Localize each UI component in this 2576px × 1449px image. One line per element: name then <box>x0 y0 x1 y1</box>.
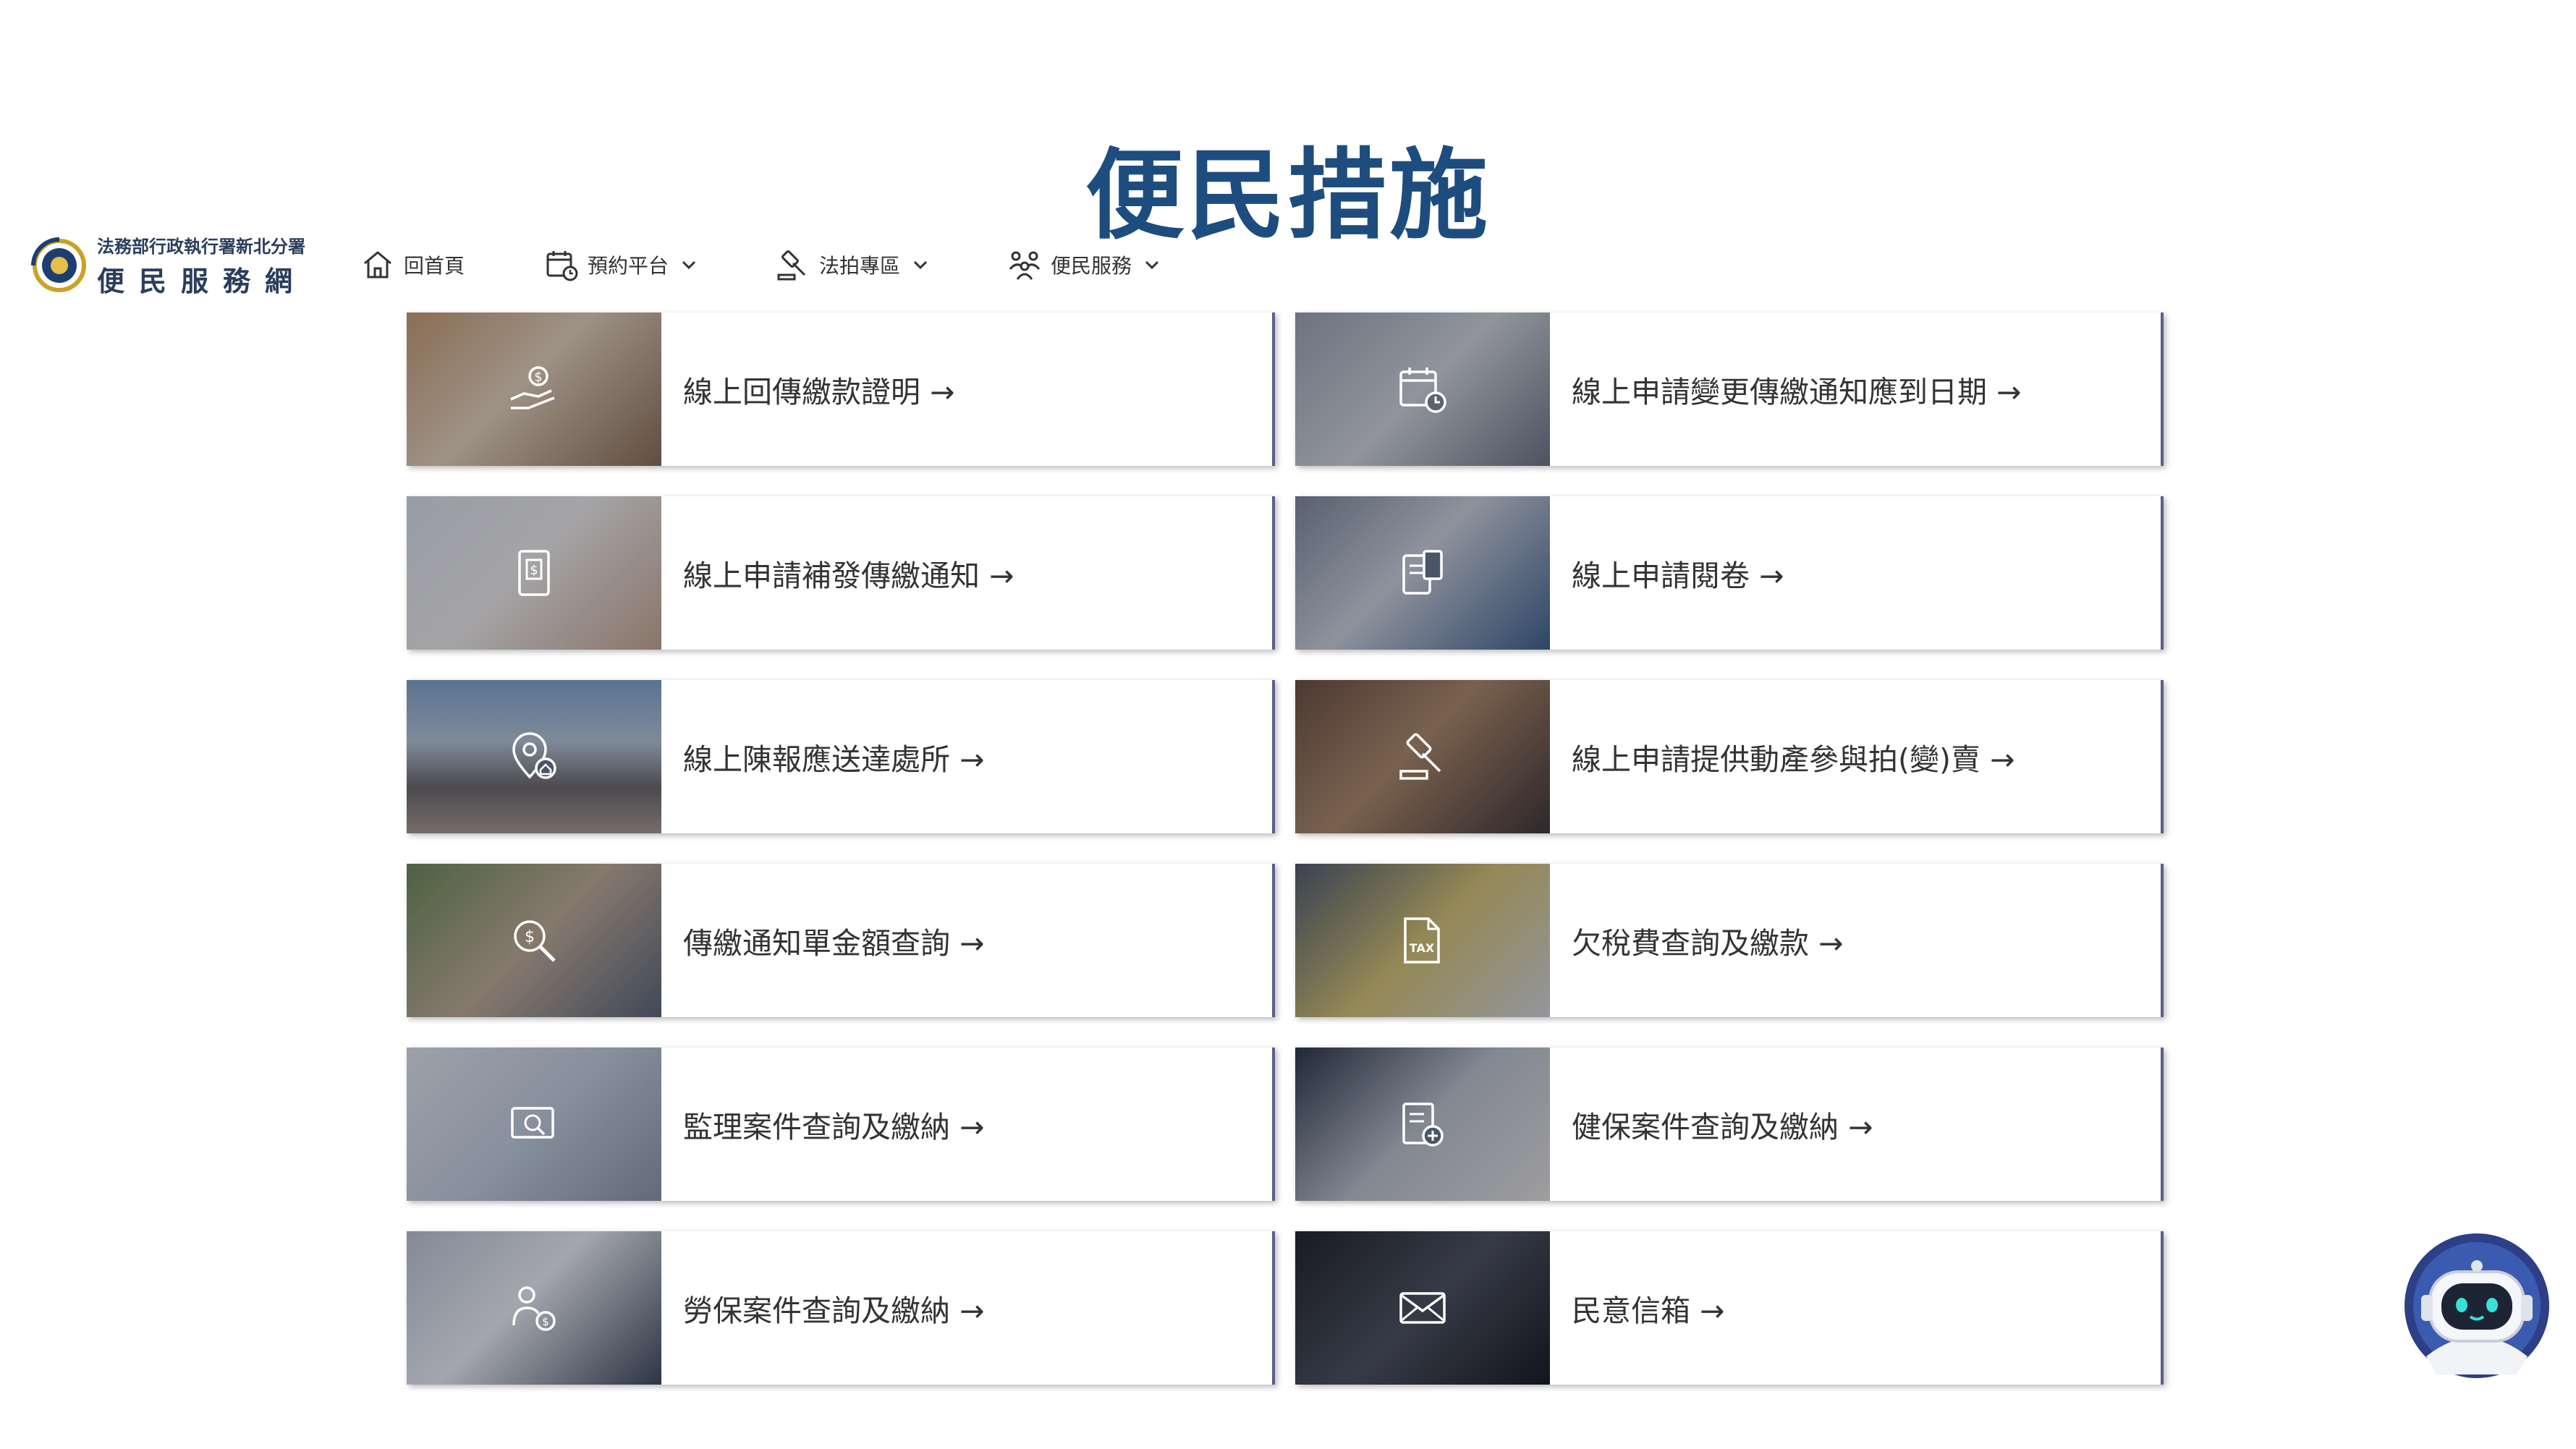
calendar-clock-icon <box>1399 367 1446 413</box>
hand-coin-icon: $ <box>510 366 555 409</box>
home-icon <box>364 251 391 279</box>
site-name: 便民服務網 <box>97 265 308 297</box>
card-label: 傳繳通知單金額查詢 → <box>683 926 985 961</box>
envelope-icon <box>1399 1292 1446 1324</box>
service-card-movable-auction[interactable]: 線上申請提供動產參與拍(變)賣 → <box>1295 680 2164 833</box>
service-card-notice-amount-query[interactable]: $ 傳繳通知單金額查詢 → <box>407 864 1275 1017</box>
card-photo: $ <box>407 864 661 1017</box>
chevron-down-icon <box>682 260 696 270</box>
nav-services[interactable]: 便民服務 <box>1007 243 1162 286</box>
service-card-upload-payment-proof[interactable]: $ 線上回傳繳款證明 → <box>407 313 1275 466</box>
svg-text:$: $ <box>530 563 538 578</box>
service-card-tax-arrears[interactable]: TAX 欠稅費查詢及繳款 → <box>1295 864 2164 1017</box>
card-photo <box>1295 1048 1550 1201</box>
search-dollar-icon: $ <box>514 920 556 962</box>
location-home-icon <box>512 732 556 779</box>
service-cards-grid: $ 線上回傳繳款證明 → 線上申請變更傳繳通知應到日期 → $ 線上申請補發傳繳… <box>407 313 2164 1385</box>
search-card-icon <box>511 1107 554 1139</box>
card-label: 健保案件查詢及繳納 → <box>1572 1110 1873 1144</box>
nav-auction[interactable]: 法拍專區 <box>776 243 931 286</box>
chevron-down-icon <box>1145 260 1159 270</box>
card-label: 線上陳報應送達處所 → <box>683 742 985 777</box>
nav-auction-label: 法拍專區 <box>819 254 901 278</box>
robot-assistant-icon[interactable] <box>2401 1230 2553 1382</box>
card-photo <box>1295 496 1550 650</box>
agency-name: 法務部行政執行署新北分署 <box>97 236 305 257</box>
svg-text:$: $ <box>525 928 535 946</box>
card-photo: $ <box>407 496 661 650</box>
svg-text:TAX: TAX <box>1410 941 1435 955</box>
tax-document-icon: TAX <box>1404 917 1440 964</box>
card-label: 監理案件查詢及繳納 → <box>683 1110 985 1144</box>
card-label: 民意信箱 → <box>1572 1293 1725 1328</box>
people-group-icon <box>1009 251 1041 280</box>
card-label: 線上回傳繳款證明 → <box>683 375 955 409</box>
card-photo <box>1295 313 1550 466</box>
card-photo <box>1295 680 1550 833</box>
service-card-report-address[interactable]: 線上陳報應送達處所 → <box>407 680 1275 833</box>
nav-services-label: 便民服務 <box>1051 254 1132 278</box>
card-label: 欠稅費查詢及繳款 → <box>1572 926 1844 961</box>
service-card-file-review[interactable]: 線上申請閱卷 → <box>1295 496 2164 650</box>
health-document-icon <box>1402 1102 1444 1147</box>
card-label: 線上申請補發傳繳通知 → <box>683 558 1014 593</box>
calendar-clock-icon <box>546 251 578 281</box>
site-logo[interactable]: 法務部行政執行署新北分署 便民服務網 <box>29 233 308 298</box>
card-label: 線上申請閱卷 → <box>1572 558 1784 593</box>
nav-home-label: 回首頁 <box>404 254 465 278</box>
service-card-vehicle-case[interactable]: 監理案件查詢及繳納 → <box>407 1048 1275 1201</box>
nav-home[interactable]: 回首頁 <box>360 243 465 286</box>
card-photo: $ <box>407 313 661 466</box>
nav-booking[interactable]: 預約平台 <box>544 243 699 286</box>
nav-booking-label: 預約平台 <box>588 254 669 278</box>
svg-text:$: $ <box>534 370 542 385</box>
card-photo <box>407 1048 661 1201</box>
worker-coin-icon: $ <box>512 1286 556 1331</box>
service-card-change-due-date[interactable]: 線上申請變更傳繳通知應到日期 → <box>1295 313 2164 466</box>
service-card-health-insurance[interactable]: 健保案件查詢及繳納 → <box>1295 1048 2164 1201</box>
card-photo <box>407 680 661 833</box>
card-photo: $ <box>407 1231 661 1385</box>
auction-gavel-icon <box>777 250 806 281</box>
file-tablet-icon <box>1402 550 1443 595</box>
card-label: 線上申請變更傳繳通知應到日期 → <box>1572 375 2022 409</box>
card-photo <box>1295 1231 1550 1385</box>
card-photo: TAX <box>1295 864 1550 1017</box>
service-card-labor-insurance[interactable]: $ 勞保案件查詢及繳納 → <box>407 1231 1275 1385</box>
card-label: 勞保案件查詢及繳納 → <box>683 1293 985 1328</box>
auction-gavel-icon <box>1399 733 1441 780</box>
card-label: 線上申請提供動產參與拍(變)賣 → <box>1572 742 2015 777</box>
agency-emblem-icon <box>31 237 86 292</box>
dollar-document-icon: $ <box>518 550 550 596</box>
service-card-public-mailbox[interactable]: 民意信箱 → <box>1295 1231 2164 1385</box>
chevron-down-icon <box>913 260 928 270</box>
service-card-reissue-notice[interactable]: $ 線上申請補發傳繳通知 → <box>407 496 1275 650</box>
svg-text:$: $ <box>542 1315 549 1328</box>
page-title: 便民措施 <box>1085 139 1491 253</box>
